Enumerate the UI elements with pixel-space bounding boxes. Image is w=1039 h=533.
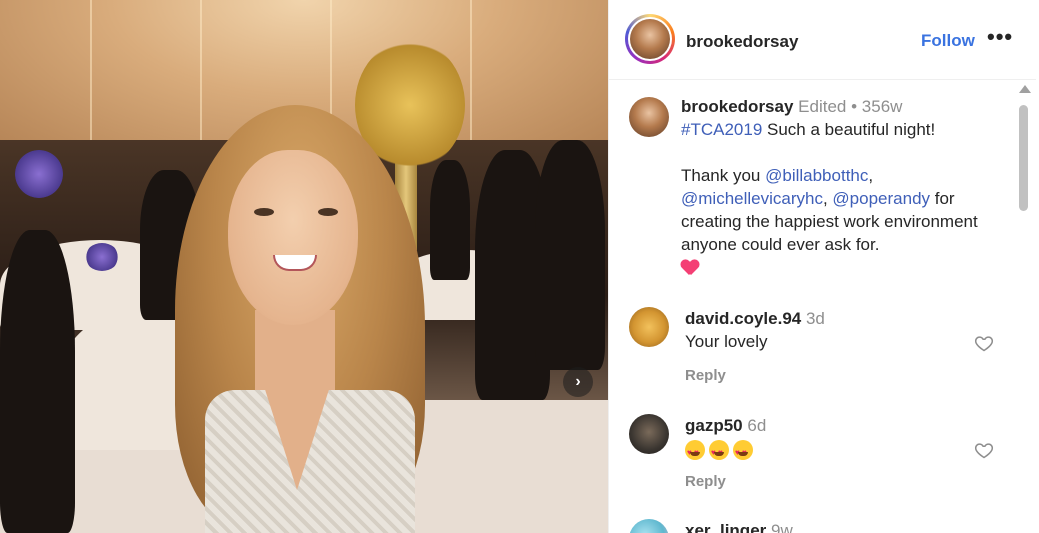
punctuation: , [868, 166, 874, 185]
mention-link[interactable]: @billabbotthc [765, 166, 868, 185]
punctuation: , [822, 189, 833, 208]
hashtag-link[interactable]: #TCA2019 [681, 120, 762, 139]
avatar[interactable] [629, 97, 669, 137]
chevron-right-icon: › [575, 373, 581, 390]
post-sidebar: brookedorsay Follow ••• brookedorsay Edi… [608, 0, 1036, 533]
comment-age[interactable]: 6d [747, 416, 766, 435]
comment-age[interactable]: 3d [806, 309, 825, 328]
eye [254, 208, 274, 216]
separator: • [851, 97, 858, 116]
post-age[interactable]: 356w [862, 97, 903, 116]
header-username[interactable]: brookedorsay [686, 32, 798, 52]
heart-outline-icon[interactable] [974, 333, 994, 353]
comment-age[interactable]: 9w [771, 521, 793, 533]
mention-link[interactable]: @michellevicaryhc [681, 189, 823, 208]
heart-eyes-emoji-icon [709, 440, 729, 464]
comment-username[interactable]: david.coyle.94 [685, 309, 801, 328]
tent-fold [200, 0, 202, 150]
mention-link[interactable]: @poperandy [832, 189, 930, 208]
post-header: brookedorsay Follow ••• [609, 0, 1036, 80]
heart-eyes-emoji-icon [733, 440, 753, 464]
follow-button[interactable]: Follow [921, 31, 975, 51]
heart-eyes-emoji-icon [685, 440, 705, 464]
tent-fold [90, 0, 92, 150]
comment-body: xer_linger 9w [685, 519, 975, 533]
scrollbar[interactable] [1015, 81, 1032, 533]
scroll-thumb[interactable] [1019, 105, 1028, 211]
flower-centerpiece [15, 150, 63, 198]
carousel-next-button[interactable]: › [563, 367, 593, 397]
reply-button[interactable]: Reply [685, 367, 726, 384]
story-ring[interactable] [625, 14, 675, 64]
more-options-icon[interactable]: ••• [987, 24, 1013, 50]
comment-body: david.coyle.94 3d Your lovely [685, 307, 975, 353]
caption-username[interactable]: brookedorsay [681, 97, 793, 116]
flower-centerpiece [85, 243, 119, 271]
thanks-prefix: Thank you [681, 166, 766, 185]
comment-username[interactable]: gazp50 [685, 416, 743, 435]
guest [0, 230, 75, 533]
caption-line: Such a beautiful night! [762, 120, 936, 139]
edited-label: Edited [798, 97, 847, 116]
comment-username[interactable]: xer_linger [685, 521, 766, 533]
heart-emoji-icon [681, 260, 699, 277]
heart-outline-icon[interactable] [974, 440, 994, 460]
woman-face [228, 150, 358, 325]
guest [535, 140, 605, 370]
reply-button[interactable]: Reply [685, 473, 726, 490]
avatar[interactable] [629, 519, 669, 533]
tent-fold [470, 0, 472, 150]
comments-scroll-area[interactable]: brookedorsay Edited • 356w #TCA2019 Such… [609, 81, 1019, 533]
comment-text: Your lovely [685, 332, 768, 351]
avatar[interactable] [629, 414, 669, 454]
eye [318, 208, 338, 216]
comment-body: gazp50 6d [685, 414, 975, 464]
caption-text: brookedorsay Edited • 356w #TCA2019 Such… [681, 95, 1016, 279]
scroll-up-arrow-icon[interactable] [1019, 85, 1031, 93]
guest [430, 160, 470, 280]
avatar[interactable] [629, 307, 669, 347]
post-photo[interactable]: › [0, 0, 608, 533]
avatar[interactable] [630, 19, 670, 59]
